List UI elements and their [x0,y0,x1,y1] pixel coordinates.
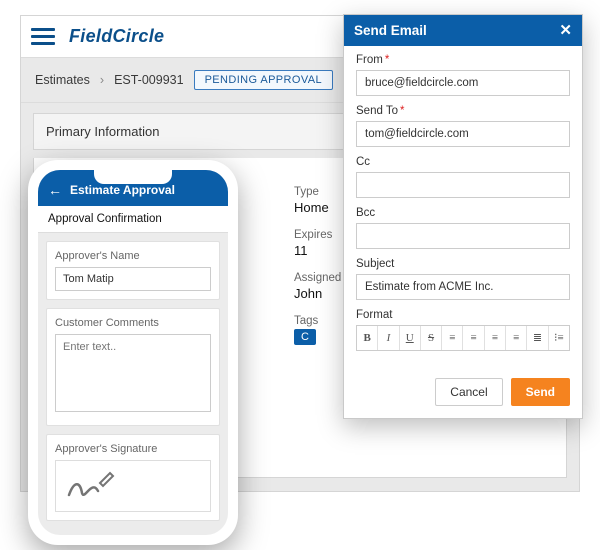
modal-header: Send Email ✕ [344,15,582,46]
to-input[interactable] [356,121,570,147]
menu-icon[interactable] [31,25,55,49]
signature-icon [66,471,116,501]
strike-button[interactable]: S [421,326,442,350]
modal-title: Send Email [354,23,427,38]
breadcrumb-current: EST-009931 [114,73,184,87]
back-arrow-icon[interactable]: ← [48,182,62,198]
send-email-modal: Send Email ✕ From* Send To* Cc Bcc Subje… [343,14,583,419]
app-logo: FieldCircle [69,26,164,47]
align-center-button[interactable]: ≡ [463,326,484,350]
unordered-list-button[interactable]: ⁝≡ [549,326,569,350]
phone-header-title: Estimate Approval [70,183,175,197]
format-toolbar: B I U S ≡ ≡ ≡ ≡ ≣ ⁝≡ [356,325,570,351]
to-label: Send To* [356,105,570,117]
chevron-right-icon: › [100,73,104,87]
from-label: From* [356,54,570,66]
modal-footer: Cancel Send [344,370,582,418]
comments-textarea[interactable] [55,334,211,412]
approver-label: Approver's Name [55,250,211,262]
tag-chip[interactable]: C [294,329,316,345]
subject-label: Subject [356,258,570,270]
bcc-input[interactable] [356,223,570,249]
subject-input[interactable] [356,274,570,300]
align-left-button[interactable]: ≡ [442,326,463,350]
align-right-button[interactable]: ≡ [485,326,506,350]
status-badge: PENDING APPROVAL [194,70,333,90]
send-button[interactable]: Send [511,378,570,406]
close-icon[interactable]: ✕ [559,23,572,38]
from-input[interactable] [356,70,570,96]
phone-screen: ← Estimate Approval Approval Confirmatio… [38,170,228,535]
cc-input[interactable] [356,172,570,198]
align-justify-button[interactable]: ≡ [506,326,527,350]
phone-notch [94,170,172,184]
cc-label: Cc [356,156,570,168]
phone-subheader: Approval Confirmation [38,206,228,233]
format-label: Format [356,309,570,321]
bcc-label: Bcc [356,207,570,219]
approver-input[interactable] [55,267,211,291]
signature-pad[interactable] [55,460,211,512]
bold-button[interactable]: B [357,326,378,350]
signature-card: Approver's Signature [46,434,220,521]
cancel-button[interactable]: Cancel [435,378,502,406]
comments-label: Customer Comments [55,317,211,329]
phone-mockup: ← Estimate Approval Approval Confirmatio… [28,160,238,545]
underline-button[interactable]: U [400,326,421,350]
ordered-list-button[interactable]: ≣ [527,326,548,350]
comments-card: Customer Comments [46,308,220,426]
approver-card: Approver's Name [46,241,220,300]
breadcrumb-root[interactable]: Estimates [35,73,90,87]
signature-label: Approver's Signature [55,443,211,455]
italic-button[interactable]: I [378,326,399,350]
